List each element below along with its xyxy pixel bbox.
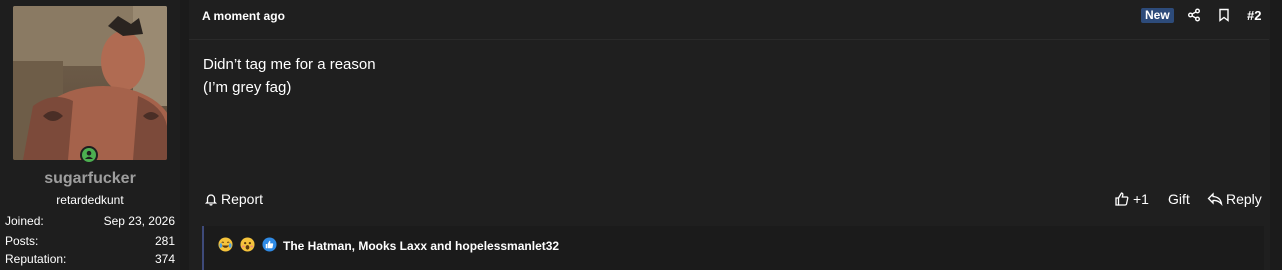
laughing-crying-emoji-icon xyxy=(218,237,233,252)
stat-label: Posts: xyxy=(5,234,39,248)
header-divider xyxy=(189,39,1269,40)
post-number[interactable]: #2 xyxy=(1247,8,1261,23)
post-timestamp[interactable]: A moment ago xyxy=(202,9,285,23)
reactions-bar[interactable]: The Hatman, Mooks Laxx and hopelessmanle… xyxy=(202,226,1264,270)
post-text-line: Didn’t tag me for a reason xyxy=(203,56,376,73)
reply-button[interactable]: Reply xyxy=(1207,191,1262,207)
username[interactable]: sugarfucker xyxy=(0,170,180,188)
stat-value: Sep 23, 2026 xyxy=(103,214,175,228)
report-label: Report xyxy=(221,191,264,207)
avatar[interactable] xyxy=(13,6,167,160)
stat-value: 374 xyxy=(154,252,175,266)
reply-arrow-icon xyxy=(1207,192,1223,206)
stat-label: Joined: xyxy=(5,214,44,228)
bookmark-icon[interactable] xyxy=(1217,8,1231,22)
stat-posts: Posts: 281 xyxy=(5,234,175,248)
thumbs-up-icon xyxy=(1115,192,1129,206)
user-title: retardedkunt xyxy=(56,193,124,207)
bell-icon xyxy=(204,194,218,206)
stat-label: Reputation: xyxy=(5,252,67,266)
surprised-emoji-icon xyxy=(240,237,255,252)
reactions-users[interactable]: The Hatman, Mooks Laxx and hopelessmanle… xyxy=(283,239,559,253)
share-icon[interactable] xyxy=(1187,8,1201,22)
like-button[interactable]: +1 xyxy=(1114,191,1149,207)
page-edge xyxy=(1270,0,1282,270)
stat-value: 281 xyxy=(154,234,175,248)
like-reaction-icon xyxy=(262,237,277,252)
reply-label: Reply xyxy=(1226,191,1262,207)
gift-button[interactable]: Gift xyxy=(1168,191,1190,207)
stat-reputation: Reputation: 374 xyxy=(5,252,175,266)
gift-label: Gift xyxy=(1168,191,1190,207)
report-button[interactable]: Report xyxy=(204,191,263,207)
online-status-icon xyxy=(80,146,98,164)
like-count: +1 xyxy=(1133,191,1149,207)
stat-joined: Joined: Sep 23, 2026 xyxy=(5,214,175,228)
post-text-line: (I’m grey fag) xyxy=(203,79,292,96)
new-badge: New xyxy=(1141,8,1174,23)
user-sidebar: sugarfucker retardedkunt Joined: Sep 23,… xyxy=(0,0,180,270)
